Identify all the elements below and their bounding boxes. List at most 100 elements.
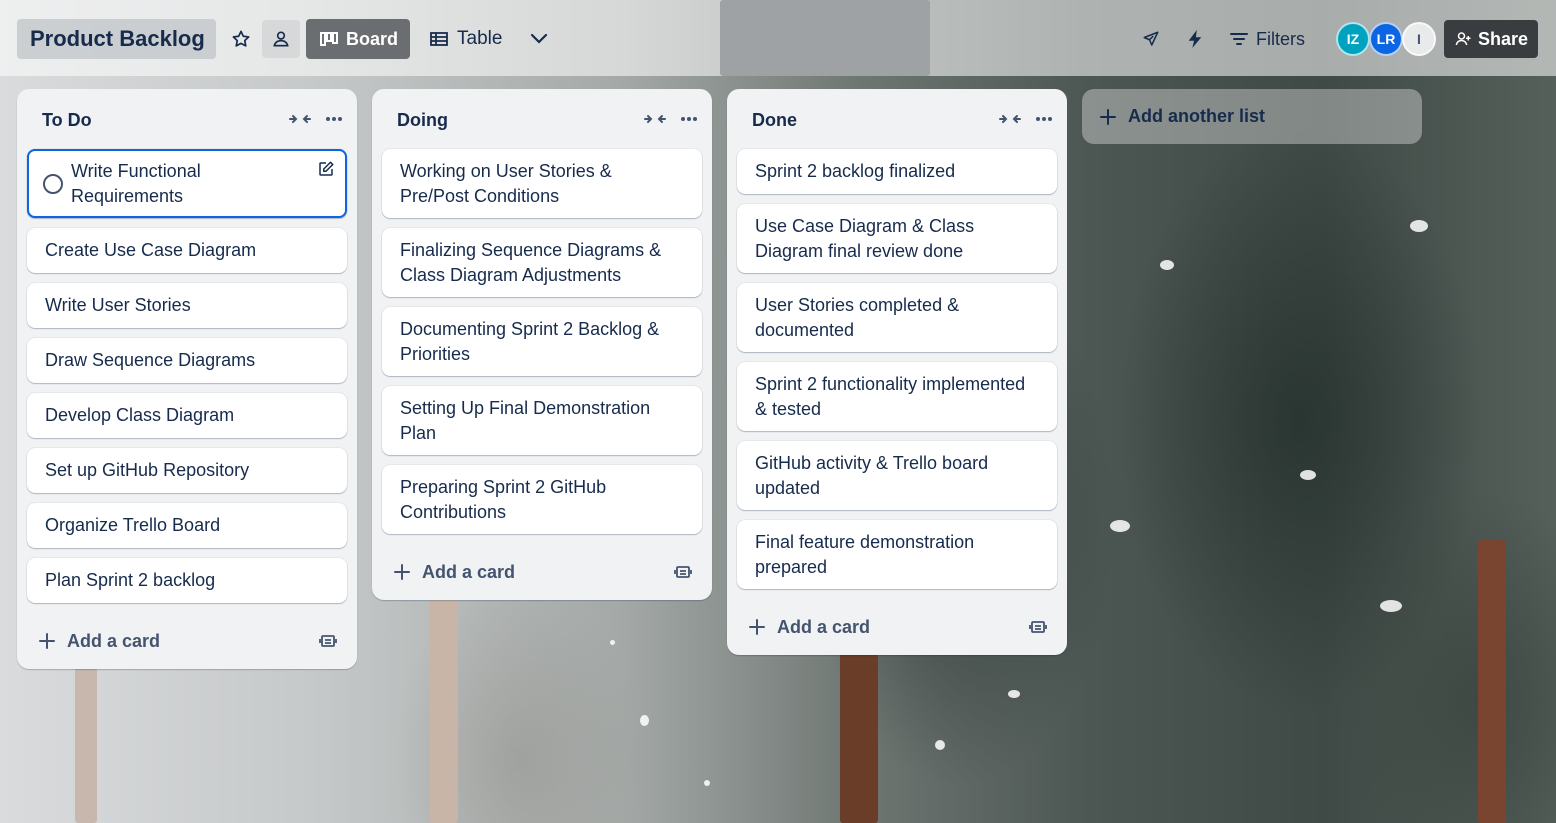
board-view-button[interactable]: Board xyxy=(306,19,410,59)
list-header: Doing xyxy=(372,89,712,149)
list-header: Done xyxy=(727,89,1067,149)
card[interactable]: Use Case Diagram & Class Diagram final r… xyxy=(737,204,1057,273)
card[interactable]: Documenting Sprint 2 Backlog & Prioritie… xyxy=(382,307,702,376)
card[interactable]: Write Functional Requirements xyxy=(27,149,347,218)
card-title: Finalizing Sequence Diagrams & Class Dia… xyxy=(400,240,662,285)
more-options-icon[interactable] xyxy=(680,116,698,122)
card[interactable]: GitHub activity & Trello board updated xyxy=(737,441,1057,510)
list-doing: Doing Working on User Stories & Pre/Post… xyxy=(372,89,712,600)
add-card-button[interactable]: Add a card xyxy=(394,562,515,583)
card-title: Preparing Sprint 2 GitHub Contributions xyxy=(400,477,607,522)
complete-checkbox-icon[interactable] xyxy=(43,174,63,194)
card-title: Working on User Stories & Pre/Post Condi… xyxy=(400,161,612,206)
views-dropdown-button[interactable] xyxy=(524,20,554,58)
board-icon xyxy=(320,32,338,46)
card-title: Draw Sequence Diagrams xyxy=(45,350,256,370)
card-title: User Stories completed & documented xyxy=(755,295,960,340)
share-button[interactable]: Share xyxy=(1444,20,1538,58)
board-view-label: Board xyxy=(346,28,399,49)
chevron-down-icon xyxy=(530,33,548,44)
card[interactable]: Working on User Stories & Pre/Post Condi… xyxy=(382,149,702,218)
card-title: Sprint 2 functionality implemented & tes… xyxy=(755,374,1026,419)
list-header: To Do xyxy=(17,89,357,149)
card[interactable]: Develop Class Diagram xyxy=(27,393,347,438)
card-title: Final feature demonstration prepared xyxy=(755,532,975,577)
snow-flake xyxy=(1008,690,1020,698)
more-options-icon[interactable] xyxy=(325,116,343,122)
collapse-list-icon[interactable] xyxy=(999,112,1021,126)
snow-flake xyxy=(1110,520,1130,532)
list-title[interactable]: Doing xyxy=(397,110,448,131)
card-title: Set up GitHub Repository xyxy=(45,460,250,480)
background-tree-trunk xyxy=(840,640,878,823)
card[interactable]: Final feature demonstration prepared xyxy=(737,520,1057,589)
filter-icon xyxy=(1230,33,1248,45)
card[interactable]: Plan Sprint 2 backlog xyxy=(27,558,347,603)
card-title: Documenting Sprint 2 Backlog & Prioritie… xyxy=(400,319,660,364)
plus-icon xyxy=(749,619,765,635)
card[interactable]: Setting Up Final Demonstration Plan xyxy=(382,386,702,455)
add-card-row: Add a card xyxy=(17,613,357,669)
add-card-label: Add a card xyxy=(422,561,516,582)
board-title[interactable]: Product Backlog xyxy=(17,19,216,59)
filters-button[interactable]: Filters xyxy=(1222,20,1313,58)
card[interactable]: Sprint 2 functionality implemented & tes… xyxy=(737,362,1057,431)
card[interactable]: Sprint 2 backlog finalized xyxy=(737,149,1057,194)
create-from-template-icon[interactable] xyxy=(1029,618,1047,636)
create-from-template-icon[interactable] xyxy=(319,632,337,650)
card-title: Write Functional Requirements xyxy=(71,161,201,206)
card-title: Write User Stories xyxy=(45,295,191,315)
snow-flake xyxy=(1380,600,1402,612)
edit-icon[interactable] xyxy=(317,160,335,178)
list-title[interactable]: Done xyxy=(752,110,797,131)
add-card-button[interactable]: Add a card xyxy=(749,617,870,638)
collapse-list-icon[interactable] xyxy=(289,112,311,126)
star-icon xyxy=(232,30,250,47)
plus-icon xyxy=(39,633,55,649)
add-card-button[interactable]: Add a card xyxy=(39,631,160,652)
member-initials: I xyxy=(1417,31,1421,47)
snow-flake xyxy=(610,640,615,645)
card-title: Setting Up Final Demonstration Plan xyxy=(400,398,651,443)
list-to-do: To Do Write Functional Requirements Crea… xyxy=(17,89,357,669)
add-list-button[interactable]: Add another list xyxy=(1082,89,1422,144)
card-title: Plan Sprint 2 backlog xyxy=(45,570,216,590)
more-options-icon[interactable] xyxy=(1035,116,1053,122)
create-from-template-icon[interactable] xyxy=(674,563,692,581)
visibility-button[interactable] xyxy=(262,20,300,58)
member-avatar[interactable]: LR xyxy=(1369,22,1403,56)
card[interactable]: Organize Trello Board xyxy=(27,503,347,548)
snow-flake xyxy=(640,715,649,726)
card[interactable]: Draw Sequence Diagrams xyxy=(27,338,347,383)
card[interactable]: Finalizing Sequence Diagrams & Class Dia… xyxy=(382,228,702,297)
member-avatar[interactable]: I xyxy=(1402,22,1436,56)
list-done: Done Sprint 2 backlog finalized Use Case… xyxy=(727,89,1067,655)
board-header: Product Backlog Board Table Filters IZ L… xyxy=(0,0,1556,76)
card-title: Organize Trello Board xyxy=(45,515,221,535)
card[interactable]: Create Use Case Diagram xyxy=(27,228,347,273)
add-card-row: Add a card xyxy=(372,544,712,600)
collapse-list-icon[interactable] xyxy=(644,112,666,126)
card[interactable]: User Stories completed & documented xyxy=(737,283,1057,352)
card[interactable]: Preparing Sprint 2 GitHub Contributions xyxy=(382,465,702,534)
card-title: Develop Class Diagram xyxy=(45,405,235,425)
share-label: Share xyxy=(1477,28,1529,49)
add-card-label: Add a card xyxy=(67,630,161,651)
table-view-button[interactable]: Table xyxy=(420,19,520,59)
star-button[interactable] xyxy=(226,20,256,58)
plus-icon xyxy=(1100,108,1116,125)
card[interactable]: Set up GitHub Repository xyxy=(27,448,347,493)
background-tree-trunk xyxy=(430,600,458,823)
snow-flake xyxy=(704,780,710,786)
add-card-row: Add a card xyxy=(727,599,1067,655)
table-icon xyxy=(430,32,448,46)
automation-button[interactable] xyxy=(1180,20,1210,58)
member-avatar[interactable]: IZ xyxy=(1336,22,1370,56)
list-title[interactable]: To Do xyxy=(42,110,92,131)
background-tree-trunk xyxy=(1478,540,1506,823)
lightning-icon xyxy=(1188,30,1202,48)
power-ups-button[interactable] xyxy=(1136,20,1166,58)
card-title: Create Use Case Diagram xyxy=(45,240,257,260)
member-initials: LR xyxy=(1376,31,1396,47)
card[interactable]: Write User Stories xyxy=(27,283,347,328)
